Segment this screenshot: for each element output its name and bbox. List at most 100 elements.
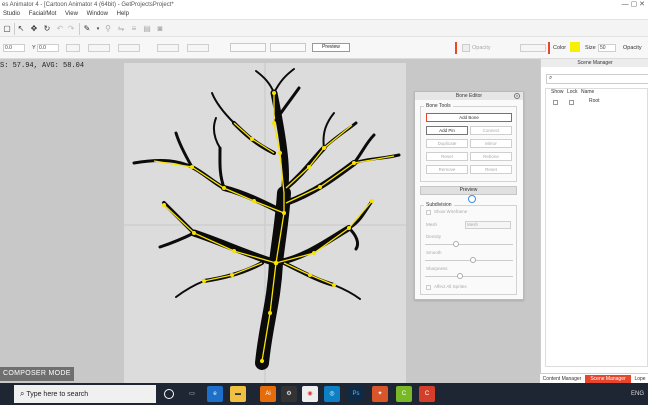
opacity-label-2: Opacity (623, 45, 642, 51)
mirror-button[interactable]: Mirror (470, 139, 512, 148)
scene-manager-panel: Scene Manager ⌕ Show Lock Name Root (540, 59, 648, 373)
rebone-button[interactable]: Rebone (470, 152, 512, 161)
photoshop-icon[interactable]: Ps (348, 386, 364, 402)
marker-accent (455, 42, 457, 54)
file-explorer-icon[interactable]: ▬ (230, 386, 246, 402)
bone-editor-panel: Bone Editor × Bone Tools Add Bone Add Pi… (414, 91, 524, 300)
scene-tree-list[interactable] (545, 88, 648, 367)
y-label: Y (32, 45, 36, 51)
camtasia-icon[interactable]: C (396, 386, 412, 402)
duplicate-button[interactable]: Duplicate (426, 139, 468, 148)
camera-icon[interactable]: ◙ (155, 24, 165, 34)
app-icon[interactable]: ◎ (324, 386, 340, 402)
property-toolbar: 0.0 Y 0.0 Preview Opacity Color Size 50 … (0, 37, 648, 59)
redo-icon[interactable]: ↷ (66, 24, 76, 34)
link-icon[interactable]: ⚲ (103, 24, 113, 34)
scene-manager-title: Scene Manager (541, 59, 648, 67)
app-red-icon[interactable]: C (419, 386, 435, 402)
align-icon[interactable]: ≡ (129, 24, 139, 34)
menu-studio[interactable]: Studio (3, 11, 20, 17)
col-show: Show (551, 89, 564, 95)
reset-button[interactable]: Reset (426, 152, 468, 161)
taskbar-search-input[interactable]: ⌕ Type here to search (14, 385, 156, 403)
connect-button[interactable]: Connect (470, 126, 512, 135)
bone-editor-title[interactable]: Bone Editor (415, 92, 523, 100)
preview-button[interactable]: Preview (312, 43, 350, 52)
window-titlebar: es Animator 4 - [Cartoon Animator 4 (64b… (0, 0, 648, 10)
add-bone-button[interactable]: Add Bone (426, 113, 512, 122)
add-pin-button[interactable]: Add Pin (426, 126, 468, 135)
opacity-label: Opacity (472, 45, 491, 51)
windows-taskbar: ⌕ Type here to search ▭ e ▬ Ai ⚙ ◉ ◎ Ps … (0, 383, 648, 405)
color-label: Color (553, 45, 567, 51)
scale-y-field[interactable] (118, 44, 140, 52)
opacity-field[interactable] (520, 44, 546, 52)
cortana-icon[interactable] (164, 389, 174, 399)
menu-window[interactable]: Window (87, 11, 108, 17)
opacity-checkbox[interactable] (462, 44, 470, 52)
close-icon[interactable]: × (514, 93, 520, 99)
main-toolbar: ▢ ↖ ✥ ↻ ↶ ↷ ✎ ▾ ⚲ ⇋ ≡ ▤ ◙ (0, 19, 648, 37)
affect-all-checkbox[interactable] (426, 285, 431, 290)
color-swatch[interactable] (570, 42, 580, 52)
smooth-slider[interactable] (425, 257, 513, 263)
edge-icon[interactable]: e (207, 386, 223, 402)
search-icon: ⌕ (549, 75, 553, 81)
illustrator-icon[interactable]: Ai (260, 386, 276, 402)
flip-icon[interactable]: ⇋ (116, 24, 126, 34)
density-slider-knob[interactable] (452, 241, 459, 247)
reset-pivot-button[interactable] (270, 43, 306, 52)
mesh-select[interactable]: Mesh (465, 221, 511, 229)
cartoon-animator-icon[interactable]: ✦ (372, 386, 388, 402)
task-view-icon[interactable]: ▭ (184, 386, 200, 402)
reset2-button[interactable]: Reset (470, 165, 512, 174)
brush-icon[interactable]: ✎ (82, 24, 92, 34)
rotation-field[interactable] (66, 44, 80, 52)
col-lock: Lock (567, 89, 578, 95)
rotate-icon[interactable]: ↻ (42, 24, 52, 34)
show-wireframe-checkbox[interactable] (426, 210, 431, 215)
settings-gear-icon[interactable]: ⚙ (281, 386, 297, 402)
anchor-field[interactable] (157, 44, 179, 52)
undo-icon[interactable]: ↶ (55, 24, 65, 34)
col-name: Name (581, 89, 595, 95)
scene-search-input[interactable]: ⌕ (546, 74, 648, 84)
preview-toggle-bar[interactable]: Preview (420, 186, 517, 195)
sharpness-slider[interactable] (425, 273, 513, 279)
scale-x-field[interactable] (88, 44, 110, 52)
toolbar-divider (79, 23, 80, 35)
bone-tools-title: Bone Tools (424, 103, 453, 109)
layers-icon[interactable]: ▤ (142, 24, 152, 34)
menu-help[interactable]: Help (117, 11, 129, 17)
menu-facial-mot[interactable]: Facial/Mot (29, 11, 57, 17)
marker-accent (548, 42, 550, 54)
density-slider[interactable] (425, 241, 513, 247)
menu-bar: Studio Facial/Mot View Window Help (0, 10, 648, 19)
show-toggle-icon[interactable] (553, 100, 558, 105)
stage-canvas[interactable] (124, 63, 406, 383)
smooth-label: Smooth (426, 250, 442, 255)
select-arrow-icon[interactable]: ↖ (16, 24, 26, 34)
show-wireframe-label: Show Wireframe (434, 209, 468, 214)
reset-transform-button[interactable] (230, 43, 266, 52)
x-field[interactable]: 0.0 (3, 44, 25, 52)
preview-toggle-knob[interactable] (468, 195, 476, 203)
density-label: Density (426, 234, 442, 239)
menu-view[interactable]: View (65, 11, 78, 17)
start-icon[interactable] (0, 383, 14, 405)
chevron-down-icon[interactable]: ▾ (93, 24, 103, 34)
remove-button[interactable]: Remove (426, 165, 468, 174)
composer-mode-badge: COMPOSER MODE (0, 367, 74, 381)
new-file-icon[interactable]: ▢ (2, 24, 12, 34)
lock-toggle-icon[interactable] (569, 100, 574, 105)
tree-sprite[interactable] (124, 63, 406, 383)
affect-all-label: Affect All Sprites (434, 284, 467, 289)
move-icon[interactable]: ✥ (29, 24, 39, 34)
size-field[interactable]: 50 (598, 44, 616, 52)
chrome-icon[interactable]: ◉ (302, 386, 318, 402)
window-title: es Animator 4 - [Cartoon Animator 4 (64b… (2, 2, 174, 8)
y-field[interactable]: 0.0 (37, 44, 59, 52)
window-controls[interactable]: — ▢ ✕ (622, 0, 645, 10)
system-tray[interactable]: ENG (631, 383, 644, 405)
depth-field[interactable] (187, 44, 209, 52)
